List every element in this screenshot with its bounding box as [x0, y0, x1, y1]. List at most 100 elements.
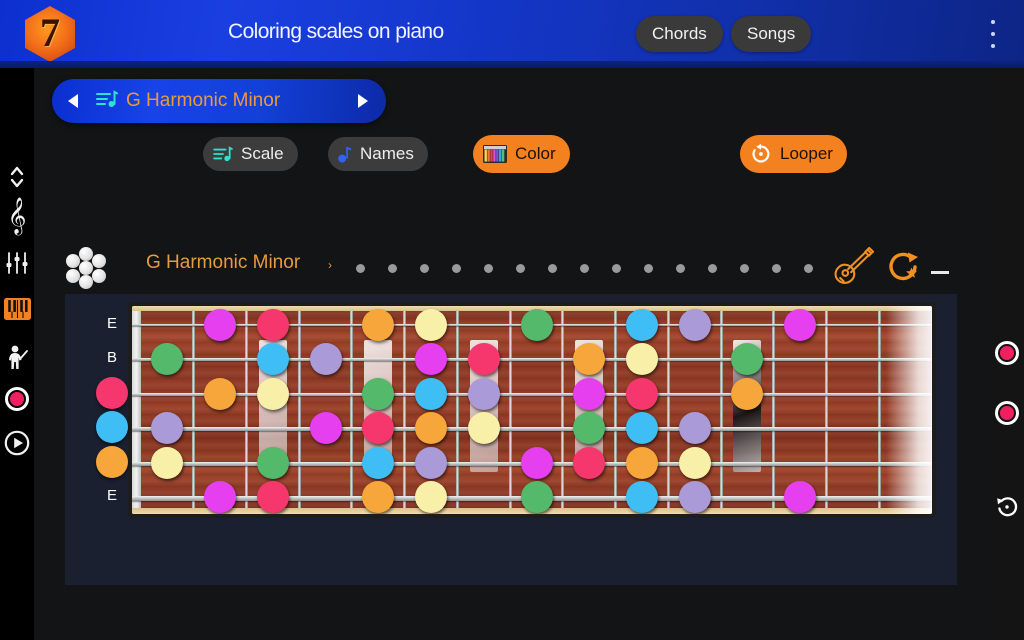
fret-note-dot[interactable]: [678, 481, 711, 513]
scale-step-dot[interactable]: [484, 264, 493, 273]
fret-note-dot[interactable]: [204, 377, 237, 410]
cluster-dot: [79, 261, 93, 275]
sidebar-item-play-icon[interactable]: [0, 424, 34, 462]
fret-note-dot[interactable]: [309, 412, 342, 445]
sidebar-item-updown-chevrons-icon[interactable]: [0, 158, 34, 196]
fret-note-dot[interactable]: [256, 446, 289, 479]
open-string-dot[interactable]: [96, 445, 128, 478]
scale-step-dot[interactable]: [580, 264, 589, 273]
fret-note-dot[interactable]: [415, 481, 448, 513]
app-logo[interactable]: 7: [22, 6, 78, 62]
fret-note-dot[interactable]: [151, 412, 184, 445]
fret-note-dot[interactable]: [362, 481, 395, 513]
sidebar-item-equalizer-sliders-icon[interactable]: [0, 244, 34, 282]
scale-step-dot[interactable]: [356, 264, 365, 273]
fret-note-dot[interactable]: [362, 446, 395, 479]
cluster-dot: [92, 254, 106, 268]
scale-step-dot[interactable]: [676, 264, 685, 273]
fret-note-dot[interactable]: [625, 481, 658, 513]
fret-note-dot[interactable]: [204, 309, 237, 341]
scale-prev-button[interactable]: [56, 94, 90, 108]
fret-note-dot[interactable]: [678, 412, 711, 445]
fret-note-dot[interactable]: [415, 309, 448, 341]
guitar-neck[interactable]: [128, 302, 936, 518]
minus-icon[interactable]: [931, 271, 949, 274]
fret-note-dot[interactable]: [415, 446, 448, 479]
fret-note-dot[interactable]: [467, 343, 500, 376]
scale-step-dots[interactable]: [356, 264, 836, 276]
right-undo-button[interactable]: [989, 490, 1024, 524]
names-toggle-button[interactable]: Names: [328, 137, 428, 171]
scale-step-dot[interactable]: [452, 264, 461, 273]
fret-note-dot[interactable]: [678, 309, 711, 341]
fret-note-dot[interactable]: [467, 412, 500, 445]
scale-step-dot[interactable]: [740, 264, 749, 273]
fret-note-dot[interactable]: [151, 343, 184, 376]
fret-note-dot[interactable]: [625, 446, 658, 479]
scale-step-dot[interactable]: [548, 264, 557, 273]
right-record-button-2[interactable]: [989, 396, 1024, 430]
fret-note-dot[interactable]: [415, 412, 448, 445]
fret-note-dot[interactable]: [415, 343, 448, 376]
sidebar-item-treble-clef-icon[interactable]: 𝄞: [0, 196, 34, 234]
fret-wire: [508, 306, 512, 514]
scale-selector[interactable]: G Harmonic Minor: [52, 79, 386, 123]
fret-note-dot[interactable]: [256, 377, 289, 410]
color-toggle-button[interactable]: Color: [473, 135, 570, 173]
open-string-dot[interactable]: [96, 411, 128, 444]
fret-note-dot[interactable]: [625, 377, 658, 410]
scale-step-dot[interactable]: [612, 264, 621, 273]
repeat-star-icon[interactable]: [884, 248, 922, 291]
record-icon: [5, 387, 29, 411]
fret-note-dot[interactable]: [256, 343, 289, 376]
fret-note-dot[interactable]: [467, 377, 500, 410]
fret-note-dot[interactable]: [520, 481, 553, 513]
fretboard-wood: [132, 306, 932, 514]
note-cluster-icon[interactable]: [64, 246, 108, 290]
nut: [132, 306, 141, 514]
fret-note-dot[interactable]: [256, 309, 289, 341]
scale-step-dot[interactable]: [644, 264, 653, 273]
sidebar-item-piano-keys-icon[interactable]: [0, 290, 34, 328]
fret-note-dot[interactable]: [625, 412, 658, 445]
fret-note-dot[interactable]: [678, 446, 711, 479]
fretboard-area[interactable]: EBE: [65, 294, 957, 585]
scale-step-dot[interactable]: [420, 264, 429, 273]
scale-step-dot[interactable]: [804, 264, 813, 273]
looper-button[interactable]: Looper: [740, 135, 847, 173]
fret-note-dot[interactable]: [625, 343, 658, 376]
songs-button[interactable]: Songs: [731, 16, 812, 52]
fret-note-dot[interactable]: [784, 309, 817, 341]
scale-step-dot[interactable]: [388, 264, 397, 273]
fret-note-dot[interactable]: [573, 446, 606, 479]
fret-note-dot[interactable]: [625, 309, 658, 341]
fret-note-dot[interactable]: [573, 377, 606, 410]
scale-toggle-button[interactable]: Scale: [203, 137, 298, 171]
open-string-dot[interactable]: [96, 376, 128, 409]
scale-next-button[interactable]: [346, 94, 380, 108]
sidebar-item-conductor-icon[interactable]: [0, 338, 34, 376]
fret-wire: [244, 306, 248, 514]
fret-note-dot[interactable]: [362, 309, 395, 341]
fret-note-dot[interactable]: [204, 481, 237, 513]
kebab-menu-icon[interactable]: [984, 20, 1002, 48]
fret-note-dot[interactable]: [731, 377, 764, 410]
fret-note-dot[interactable]: [520, 446, 553, 479]
scale-title-caret[interactable]: ›: [328, 258, 332, 272]
scale-step-dot[interactable]: [516, 264, 525, 273]
string-label: B: [106, 349, 117, 367]
fret-note-dot[interactable]: [520, 309, 553, 341]
sidebar-item-record-icon[interactable]: [0, 380, 34, 418]
fret-note-dot[interactable]: [151, 446, 184, 479]
scale-step-dot[interactable]: [708, 264, 717, 273]
fret-note-dot[interactable]: [362, 377, 395, 410]
chords-button[interactable]: Chords: [636, 16, 723, 52]
fret-wire: [403, 306, 407, 514]
guitar-icon[interactable]: [829, 243, 875, 294]
fret-note-dot[interactable]: [415, 377, 448, 410]
fret-note-dot[interactable]: [309, 343, 342, 376]
scale-step-dot[interactable]: [772, 264, 781, 273]
right-record-button-1[interactable]: [989, 336, 1024, 370]
fret-note-dot[interactable]: [256, 481, 289, 513]
fret-note-dot[interactable]: [784, 481, 817, 513]
